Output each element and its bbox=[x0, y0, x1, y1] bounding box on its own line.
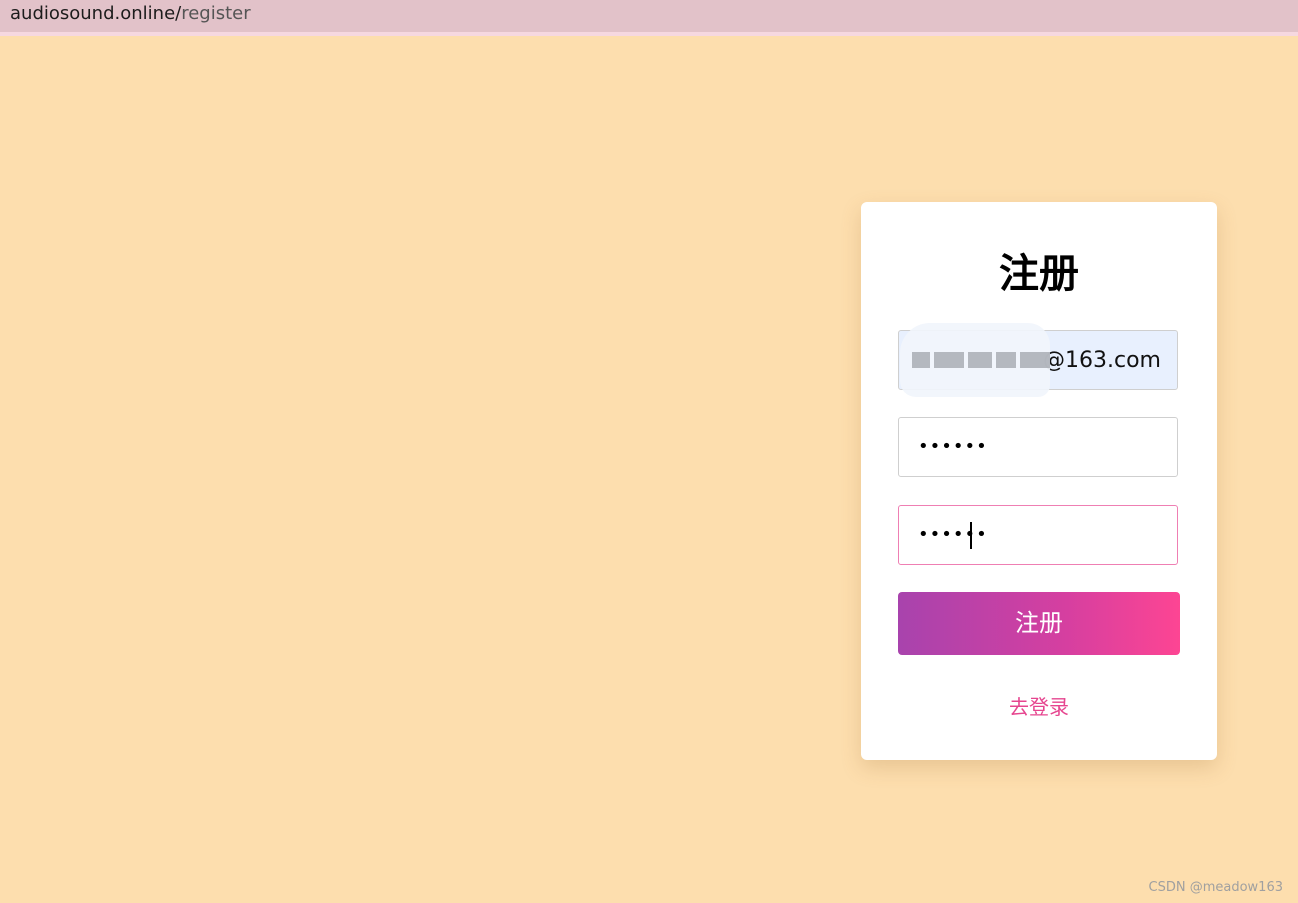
password-mask: •••••• bbox=[918, 436, 988, 457]
url-path: register bbox=[181, 3, 251, 24]
register-button[interactable]: 注册 bbox=[898, 592, 1180, 655]
redaction-pixel bbox=[968, 352, 992, 368]
url-text[interactable]: audiosound.online/register bbox=[10, 3, 251, 25]
confirm-password-mask: •••••• bbox=[918, 524, 988, 545]
go-login-link[interactable]: 去登录 bbox=[861, 694, 1217, 720]
watermark: CSDN @meadow163 bbox=[1148, 880, 1283, 895]
text-cursor bbox=[970, 522, 972, 549]
form-title: 注册 bbox=[999, 251, 1079, 297]
url-host: audiosound.online/ bbox=[10, 3, 182, 24]
redaction-pixel bbox=[912, 352, 930, 368]
redaction-pixel bbox=[1020, 352, 1050, 368]
address-bar[interactable]: audiosound.online/register bbox=[0, 0, 1298, 36]
redaction-pixel bbox=[934, 352, 964, 368]
redaction-pixel bbox=[996, 352, 1016, 368]
